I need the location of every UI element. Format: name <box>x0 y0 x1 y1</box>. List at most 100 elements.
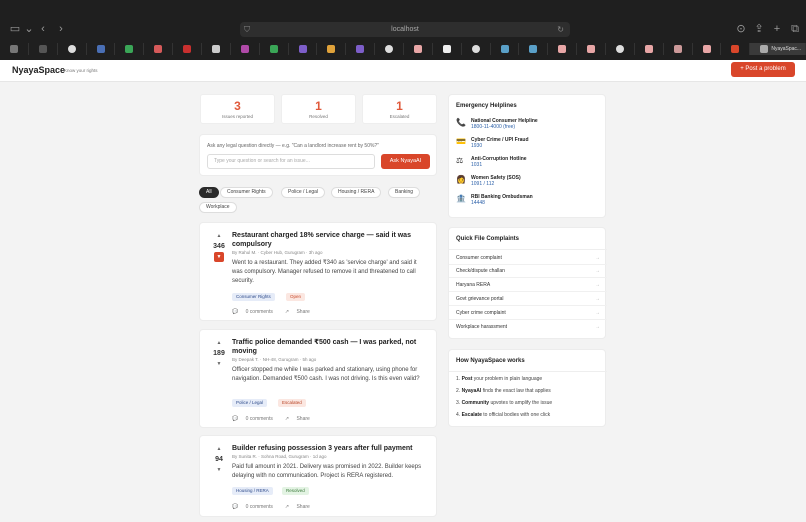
post-card: ▲ 189 ▼ Traffic police demanded ₹500 cas… <box>199 329 437 428</box>
stat-label: Resolved <box>309 114 328 119</box>
tab[interactable] <box>433 43 462 55</box>
active-tab-title: NyayaSpac... <box>771 46 802 52</box>
quick-link[interactable]: Workplace harassment → <box>449 321 607 334</box>
tab[interactable] <box>635 43 664 55</box>
tab[interactable] <box>664 43 693 55</box>
tab-overview-icon[interactable]: ⧉ <box>788 22 802 36</box>
tab[interactable] <box>346 43 376 55</box>
upvote-icon[interactable]: ▲ <box>214 338 224 348</box>
post-title[interactable]: Builder refusing possession 3 years afte… <box>232 444 427 453</box>
downvote-icon[interactable]: ▼ <box>214 359 224 369</box>
tab[interactable] <box>29 43 58 55</box>
tab[interactable] <box>115 43 145 55</box>
quick-link-label: Consumer complaint <box>456 255 502 261</box>
tab[interactable] <box>289 43 318 55</box>
helpline-number[interactable]: 1031 <box>471 162 482 168</box>
favicon-icon <box>183 45 192 53</box>
address-bar[interactable]: ⛉ localhost ↻ <box>240 22 570 37</box>
filter-consumer-rights[interactable]: Consumer Rights <box>220 187 273 198</box>
tab[interactable] <box>404 43 433 55</box>
sidebar-toggle-icon[interactable]: ▭ <box>8 22 22 36</box>
favicon-icon <box>327 45 336 53</box>
ask-input[interactable]: Type your question or search for an issu… <box>207 154 375 169</box>
tab[interactable] <box>577 43 607 55</box>
share-label: Share <box>296 309 310 315</box>
ask-nyayaai-button[interactable]: Ask NyayaAI <box>381 154 430 169</box>
share-icon[interactable]: ⇪ <box>752 22 766 36</box>
stat-number: 3 <box>234 99 241 113</box>
helpline-number[interactable]: 1930 <box>471 143 482 149</box>
favicon-icon <box>442 45 451 53</box>
tab[interactable] <box>260 43 289 55</box>
tab[interactable] <box>375 43 405 55</box>
share-link[interactable]: ↗ Share <box>285 309 316 315</box>
chevron-down-icon[interactable]: ⌄ <box>22 22 36 36</box>
stat-number: 1 <box>315 99 322 113</box>
quick-link[interactable]: Govt grievance portal → <box>449 293 607 306</box>
filter-all[interactable]: All <box>199 187 219 198</box>
tab[interactable] <box>606 43 635 55</box>
tab[interactable] <box>87 43 116 55</box>
helpline-number[interactable]: 1800-11-4000 (free) <box>471 124 515 130</box>
new-tab-icon[interactable]: + <box>770 22 784 36</box>
quick-link[interactable]: Consumer complaint → <box>449 252 607 265</box>
forward-icon[interactable]: › <box>54 22 68 36</box>
quick-link-label: Check/dispute challan <box>456 268 505 274</box>
post-problem-button[interactable]: + Post a problem <box>731 62 795 77</box>
tab[interactable] <box>202 43 231 55</box>
stat-resolved: 1 Resolved <box>281 94 356 124</box>
filter-banking[interactable]: Banking <box>388 187 421 198</box>
tab[interactable] <box>721 43 751 55</box>
back-icon[interactable]: ‹ <box>36 22 50 36</box>
tab[interactable] <box>173 43 203 55</box>
quick-link[interactable]: Cyber crime complaint → <box>449 307 607 320</box>
downvote-icon[interactable]: ▼ <box>214 465 224 475</box>
comment-icon: 💬 <box>232 504 239 510</box>
downvote-icon[interactable]: ▼ <box>214 252 224 262</box>
post-title[interactable]: Traffic police demanded ₹500 cash — I wa… <box>232 338 427 356</box>
quick-link[interactable]: Haryana RERA → <box>449 279 607 292</box>
filter-housing-rera[interactable]: Housing / RERA <box>331 187 382 198</box>
tab[interactable] <box>317 43 347 55</box>
filter-police-legal[interactable]: Police / Legal <box>281 187 326 198</box>
vote-count: 189 <box>213 350 225 357</box>
tab[interactable] <box>144 43 174 55</box>
category-tag[interactable]: Consumer Rights <box>232 293 275 301</box>
category-tag[interactable]: Police / Legal <box>232 399 268 407</box>
upvote-icon[interactable]: ▲ <box>214 231 224 241</box>
tab[interactable] <box>548 43 578 55</box>
tab[interactable] <box>0 43 29 55</box>
comments-link[interactable]: 💬 0 comments <box>232 504 279 510</box>
tab[interactable] <box>519 43 549 55</box>
post-body: Paid full amount in 2021. Delivery was p… <box>232 464 422 479</box>
tab[interactable] <box>462 43 491 55</box>
category-tag[interactable]: Housing / RERA <box>232 487 273 495</box>
comments-count: 0 comments <box>245 504 273 510</box>
filter-workplace[interactable]: Workplace <box>199 202 237 213</box>
comments-link[interactable]: 💬 0 comments <box>232 309 279 315</box>
helpline-number[interactable]: 14448 <box>471 200 485 206</box>
upvote-icon[interactable]: ▲ <box>214 444 224 454</box>
step-number: 2. <box>456 388 461 394</box>
download-icon[interactable]: ⊙ <box>734 22 748 36</box>
quick-link-label: Cyber crime complaint <box>456 310 506 316</box>
helpline-number[interactable]: 1091 / 112 <box>471 181 494 187</box>
brand-logo[interactable]: NyayaSpace <box>12 65 65 75</box>
favicon-icon <box>587 45 596 53</box>
active-tab[interactable]: NyayaSpac... <box>750 43 806 55</box>
share-icon: ↗ <box>284 504 290 510</box>
share-link[interactable]: ↗ Share <box>285 416 316 422</box>
tab[interactable] <box>231 43 260 55</box>
tab-strip: NyayaSpac... <box>0 43 806 55</box>
step-item: 3. Community upvotes to amplify the issu… <box>456 400 552 406</box>
tab[interactable] <box>693 43 722 55</box>
tab[interactable] <box>58 43 87 55</box>
step-keyword: Escalate <box>461 412 482 418</box>
post-title[interactable]: Restaurant charged 18% service charge — … <box>232 231 427 249</box>
reload-icon[interactable]: ↻ <box>557 22 564 37</box>
tab[interactable] <box>491 43 520 55</box>
share-link[interactable]: ↗ Share <box>285 504 316 510</box>
quick-link[interactable]: Check/dispute challan → <box>449 265 607 278</box>
comments-link[interactable]: 💬 0 comments <box>232 416 279 422</box>
favicon-icon <box>154 45 163 53</box>
